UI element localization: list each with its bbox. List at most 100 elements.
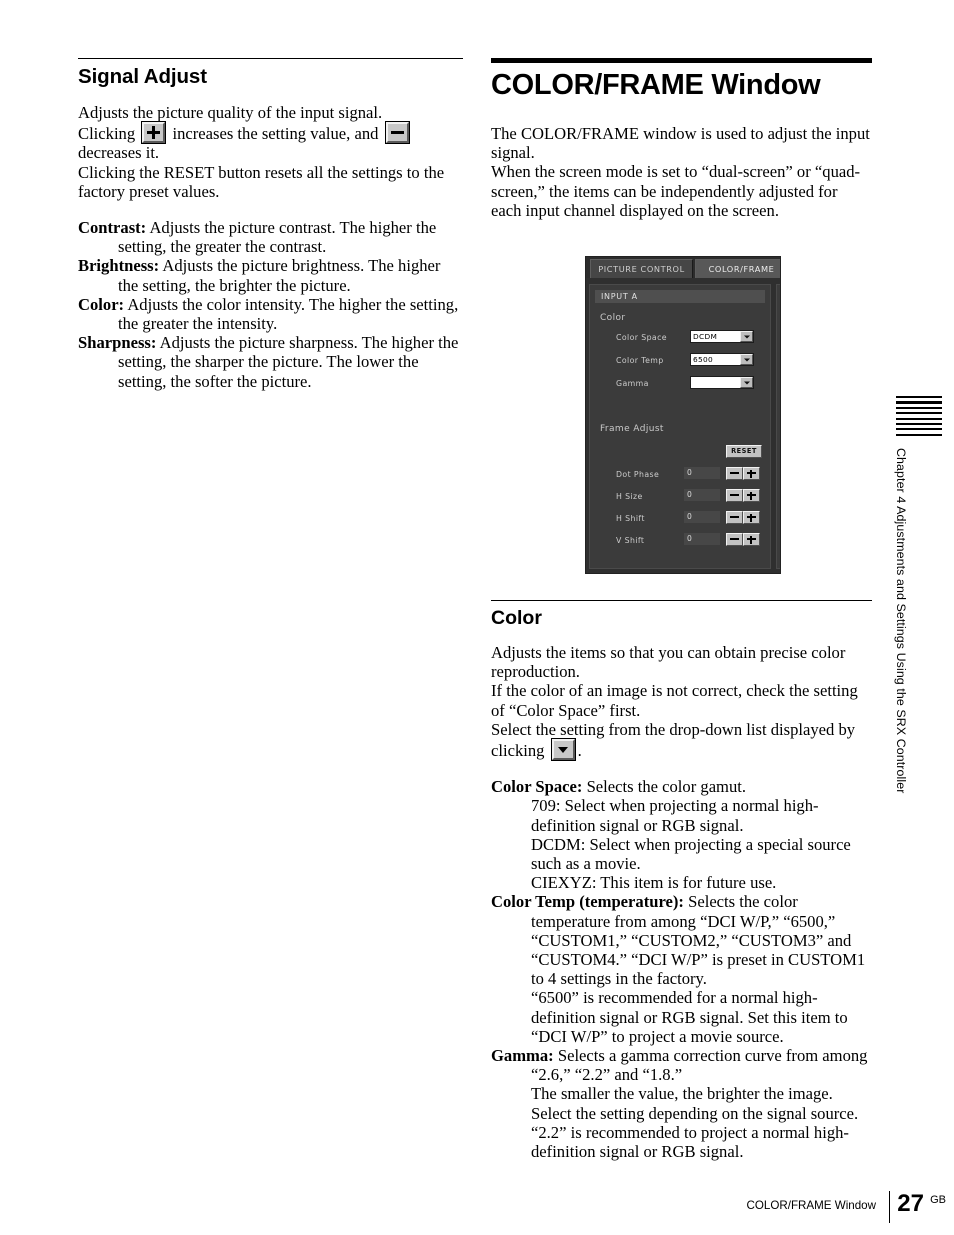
value-h-size: 0 [684,489,720,501]
definition-item: Sharpness: Adjusts the picture sharpness… [78,333,463,391]
definition-item: Gamma: Selects a gamma correction curve … [491,1046,872,1084]
manual-page: Signal Adjust Adjusts the picture qualit… [0,0,954,1235]
color-section-intro: Adjusts the items so that you can obtain… [491,643,872,762]
chevron-down-icon[interactable] [740,377,753,388]
definition-item: Color Space: Selects the color gamut. [491,777,872,796]
thumb-bar [896,396,942,399]
minus-button-icon [384,121,410,145]
definition-text: Adjusts the picture brightness. The high… [118,256,441,295]
label-color-temp: Color Temp [616,356,664,365]
color-intro-line1: Adjusts the items so that you can obtain… [491,643,846,682]
definition-term: Gamma: [491,1046,554,1066]
color-section: Color Adjusts the items so that you can … [491,600,872,1161]
signal-adjust-intro-line1: Adjusts the picture quality of the input… [78,103,383,122]
combo-color-temp-value: 6500 [693,355,714,364]
chapter-rule-thick [491,58,872,63]
combo-color-space-value: DCDM [693,332,718,341]
label-color-space: Color Space [616,333,667,342]
thumb-bar [896,422,942,426]
combo-gamma[interactable] [690,376,754,389]
label-h-shift: H Shift [616,514,645,523]
label-dot-phase: Dot Phase [616,470,660,479]
minus-button-icon[interactable] [726,467,743,480]
page-footer: COLOR/FRAME Window 27 GB [0,1190,954,1224]
clicking-label: Clicking [78,124,136,144]
stepper-dot-phase[interactable] [726,467,760,480]
chapter-thumb-tab: Chapter 4 Adjustments and Settings Using… [894,396,942,793]
channel-panel-input-b: INPUT B Color Frame Adjust [776,284,780,569]
color-intro-line2: If the color of an image is not correct,… [491,681,858,720]
definition-term: Color: [78,294,125,314]
chevron-down-icon[interactable] [740,354,753,365]
definition-text: Adjusts the picture contrast. The higher… [118,218,437,257]
signal-adjust-intro-line3: Clicking the RESET button resets all the… [78,162,445,201]
chapter-label: Chapter 4 Adjustments and Settings Using… [894,448,908,794]
plus-button-icon [141,121,167,145]
group-label-color: Color [600,313,626,323]
section-rule-thin [78,58,463,59]
minus-button-icon[interactable] [726,533,743,546]
minus-button-icon[interactable] [726,489,743,502]
value-dot-phase: 0 [684,467,720,479]
definition-term: Sharpness: [78,333,157,353]
color-intro-line3-end: . [577,741,582,761]
chevron-down-icon[interactable] [740,331,753,342]
thumb-bar [896,417,942,420]
group-label-frame-adjust: Frame Adjust [600,424,664,434]
tab-picture-control[interactable]: PICTURE CONTROL [590,259,693,278]
stepper-h-size[interactable] [726,489,760,502]
plus-button-icon[interactable] [743,467,760,480]
page-title-color: Color [491,607,542,629]
signal-adjust-intro: Adjusts the picture quality of the input… [78,103,463,201]
thumb-bar [896,412,942,415]
color-frame-intro-line1: The COLOR/FRAME window is used to adjust… [491,124,870,163]
plus-button-icon[interactable] [743,511,760,524]
definition-text: Adjusts the picture sharpness. The highe… [118,333,459,391]
left-column: Signal Adjust Adjusts the picture qualit… [78,58,463,391]
section-rule-thin [491,600,872,601]
definition-item: Color: Adjusts the color intensity. The … [78,295,463,333]
label-gamma: Gamma [616,379,649,388]
tab-color-frame[interactable]: COLOR/FRAME [695,259,780,278]
footer-locale: GB [930,1194,946,1206]
right-column: COLOR/FRAME Window The COLOR/FRAME windo… [491,58,872,220]
page-title-color-frame-window: COLOR/FRAME Window [491,69,821,101]
definition-item: Brightness: Adjusts the picture brightne… [78,256,463,294]
channel-header-input-a: INPUT A [595,290,765,303]
color-frame-intro: The COLOR/FRAME window is used to adjust… [491,124,872,220]
definition-term: Color Temp (temperature): [491,892,684,912]
combo-color-space[interactable]: DCDM [690,330,754,343]
plus-button-icon[interactable] [743,533,760,546]
footer-caption: COLOR/FRAME Window [746,1199,876,1212]
plus-button-icon[interactable] [743,489,760,502]
definition-term: Contrast: [78,218,147,238]
definition-text: Selects a gamma correction curve from am… [531,1046,868,1085]
definition-term: Brightness: [78,256,160,276]
value-h-shift: 0 [684,511,720,523]
combo-color-temp[interactable]: 6500 [690,353,754,366]
page-number: 27 [897,1190,924,1217]
definition-sub: “6500” is recommended for a normal high-… [531,988,848,1046]
thumb-bar [896,428,942,431]
definition-text: Selects the color gamut. [586,777,747,797]
screenshot-panel-body: INPUT A Color Color Space DCDM Color Tem… [586,278,780,573]
color-intro-line3: Select the setting from the drop-down li… [491,719,856,761]
signal-adjust-intro-end: decreases it. [78,143,160,163]
definition-item: Contrast: Adjusts the picture contrast. … [78,218,463,256]
color-definition-list: Color Space: Selects the color gamut. 70… [491,777,872,1161]
definition-sub: DCDM: Select when projecting a special s… [531,834,851,874]
channel-panel-input-a: INPUT A Color Color Space DCDM Color Tem… [589,284,771,569]
signal-adjust-intro-mid: increases the setting value, and [172,124,379,144]
stepper-v-shift[interactable] [726,533,760,546]
dropdown-arrow-icon [550,738,576,762]
screenshot-tab-bar: PICTURE CONTROL COLOR/FRAME [586,257,780,278]
color-frame-window-screenshot: PICTURE CONTROL COLOR/FRAME INPUT A Colo… [585,256,781,574]
stepper-h-shift[interactable] [726,511,760,524]
label-v-shift: V Shift [616,536,645,545]
minus-button-icon[interactable] [726,511,743,524]
definition-text: Adjusts the color intensity. The higher … [118,294,459,334]
value-v-shift: 0 [684,533,720,545]
reset-button[interactable]: RESET [726,445,762,458]
label-h-size: H Size [616,492,643,501]
color-frame-intro-line2: When the screen mode is set to “dual-scr… [491,162,861,220]
